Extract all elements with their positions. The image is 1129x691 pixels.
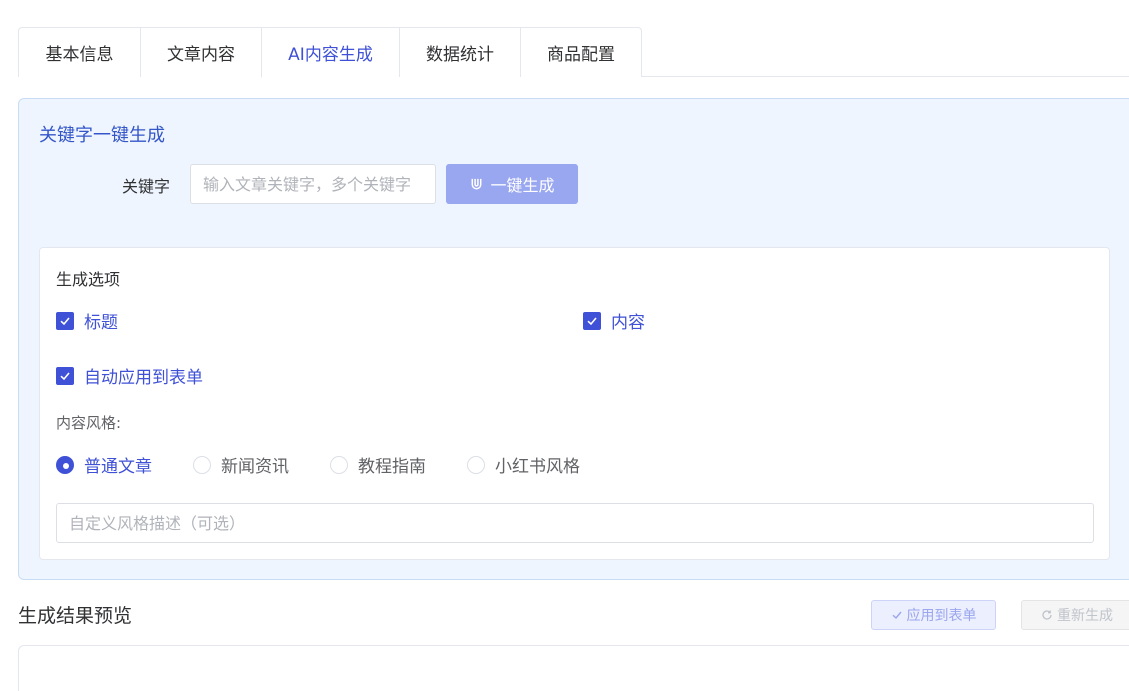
apply-button-label: 应用到表单 [906,608,977,624]
checkbox-checked-icon [56,311,74,330]
tab-bar: 基本信息 文章内容 AI内容生成 数据统计 商品配置 [18,27,1129,78]
radio-normal-article-label: 普通文章 [84,457,152,477]
preview-content-box [18,645,1129,691]
radio-xiaohongshu[interactable]: 小红书风格 [467,452,580,477]
radio-xiaohongshu-label: 小红书风格 [495,457,580,477]
checkbox-auto-apply-label: 自动应用到表单 [84,368,203,388]
refresh-icon [1042,610,1052,620]
custom-style-input[interactable] [56,503,1094,543]
radio-tutorial[interactable]: 教程指南 [330,452,426,477]
preview-title: 生成结果预览 [18,605,133,627]
radio-empty-icon [330,455,348,474]
radio-empty-icon [467,455,485,474]
panel-title: 关键字一键生成 [39,125,165,146]
tab-statistics[interactable]: 数据统计 [399,28,520,77]
checkbox-auto-apply[interactable]: 自动应用到表单 [56,363,203,388]
tab-strip: 基本信息 文章内容 AI内容生成 数据统计 商品配置 [18,27,642,78]
radio-news-label: 新闻资讯 [221,457,289,477]
radio-news[interactable]: 新闻资讯 [193,452,289,477]
radio-normal-article[interactable]: 普通文章 [56,452,152,477]
ai-generate-panel: 关键字一键生成 关键字 一键生成 生成选项 标题 内容 自动应用到表单 [18,98,1129,580]
tab-product-config[interactable]: 商品配置 [520,28,641,77]
generate-button-label: 一键生成 [490,176,555,195]
radio-empty-icon [193,455,211,474]
magnet-icon [472,178,482,189]
checkbox-checked-icon [583,311,601,330]
checkbox-content-label: 内容 [611,313,645,333]
checkbox-checked-icon [56,366,74,385]
options-title: 生成选项 [56,270,121,289]
radio-selected-icon [56,455,74,474]
checkbox-content[interactable]: 内容 [583,308,645,333]
tab-basic-info[interactable]: 基本信息 [19,28,140,77]
generate-options-card: 生成选项 标题 内容 自动应用到表单 内容风格: 普通文章 新闻资讯 教程指南 … [39,247,1110,560]
tab-ai-generation[interactable]: AI内容生成 [261,28,399,78]
regenerate-button[interactable]: 重新生成 [1021,600,1129,630]
checkbox-title[interactable]: 标题 [56,308,118,333]
keyword-input[interactable] [190,164,436,204]
generate-button[interactable]: 一键生成 [446,164,578,204]
checkbox-title-label: 标题 [84,313,118,333]
radio-tutorial-label: 教程指南 [358,457,426,477]
check-icon [892,611,902,620]
regenerate-button-label: 重新生成 [1057,608,1113,624]
keyword-label: 关键字 [122,177,171,196]
tab-article-content[interactable]: 文章内容 [140,28,261,77]
apply-to-form-button[interactable]: 应用到表单 [871,600,996,630]
content-style-label: 内容风格: [56,414,122,432]
